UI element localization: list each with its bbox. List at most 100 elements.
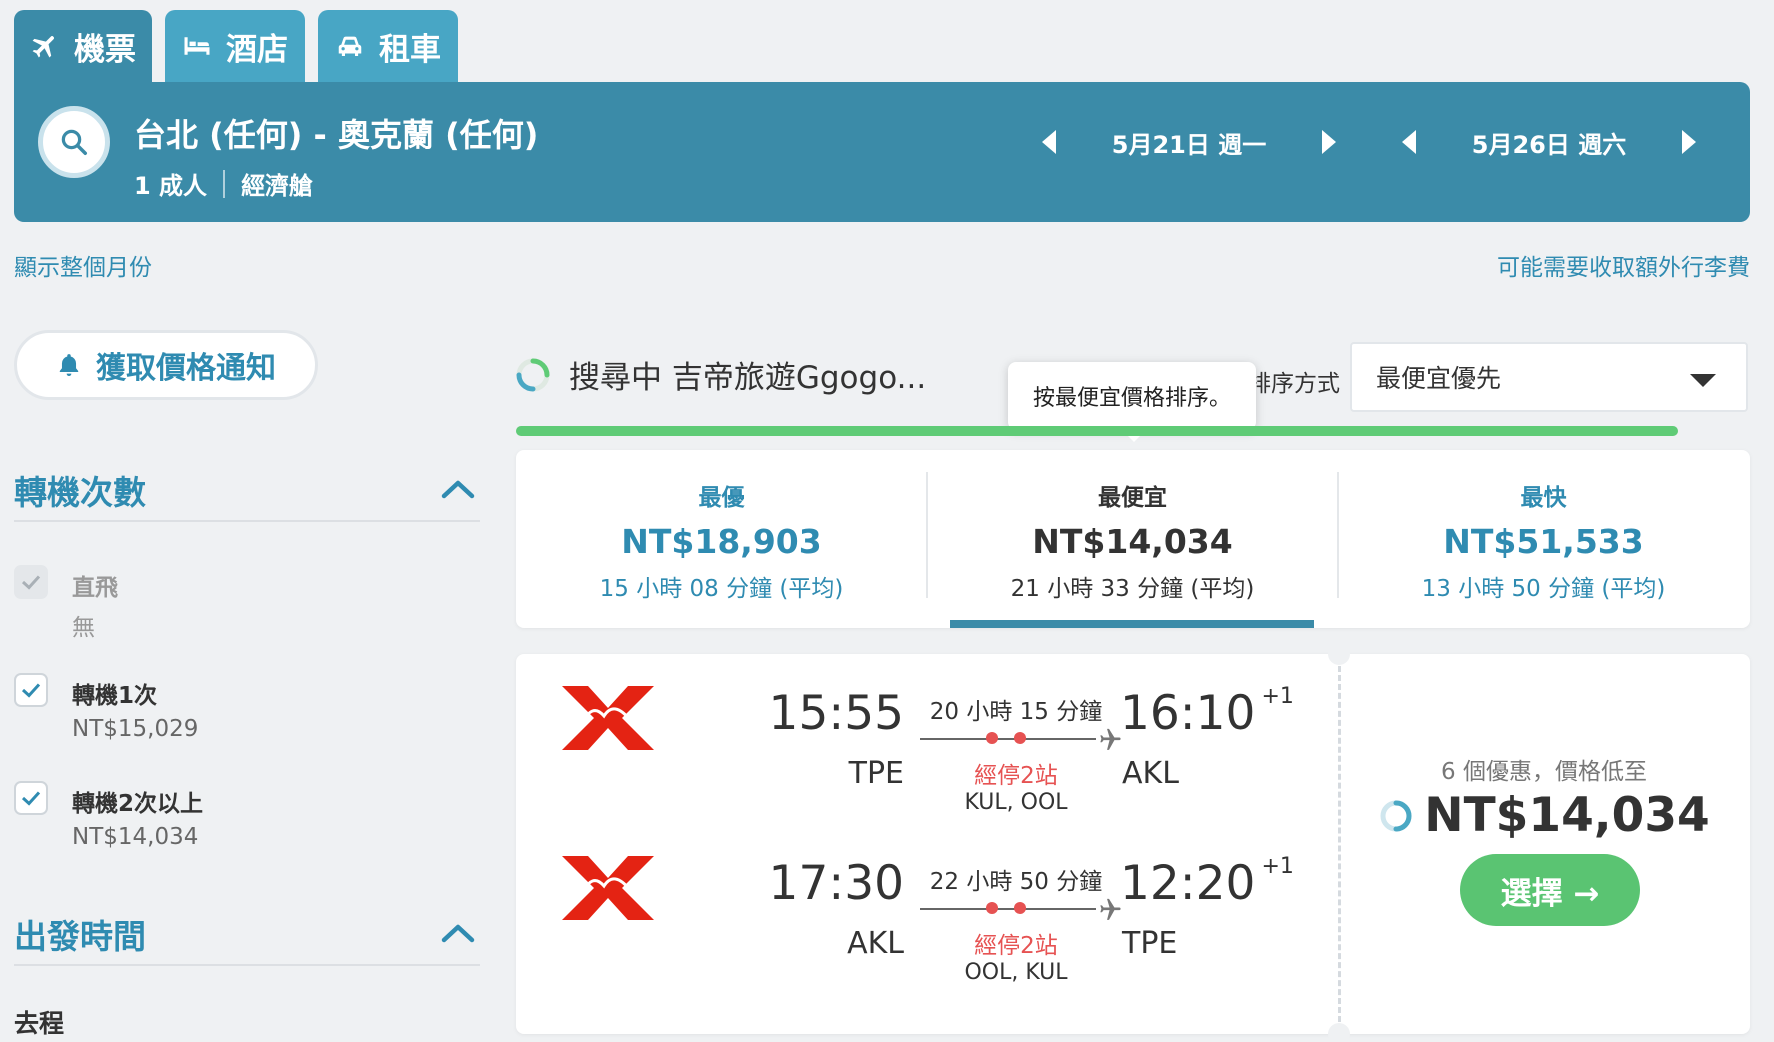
caret-down-icon [1690, 374, 1716, 387]
outbound-leg: 15:55 TPE 20 小時 15 分鐘 經停2站 KUL, OOL 16:1… [516, 654, 1338, 824]
sort-option-duration: 21 小時 33 分鐘 (平均) [1010, 576, 1255, 602]
bell-icon [59, 354, 79, 377]
depart-date-nav: 5月21日 週一 [1034, 118, 1344, 166]
sort-option-duration: 13 小時 50 分鐘 (平均) [1421, 576, 1666, 602]
stops-one-checkbox[interactable] [14, 673, 48, 707]
active-sort-indicator [950, 620, 1314, 628]
search-status: 搜尋中 吉帝旅遊Ggogo... [515, 352, 926, 397]
day-offset: +1 [1261, 684, 1294, 709]
flight-duration: 20 小時 15 分鐘 [929, 699, 1103, 725]
stops-count[interactable]: 經停2站 [916, 926, 1116, 960]
passenger-cabin-summary[interactable]: 1 成人 經濟艙 [134, 166, 313, 201]
flight-duration: 22 小時 50 分鐘 [929, 869, 1103, 895]
stop-dot [1014, 732, 1026, 744]
stops-two-plus-checkbox[interactable] [14, 781, 48, 815]
chevron-right-icon [1322, 130, 1336, 154]
return-date[interactable]: 5月26日 週六 [1424, 125, 1674, 160]
divider [223, 169, 226, 198]
tab-flights-label: 機票 [74, 31, 136, 68]
airasia-logo [562, 686, 654, 750]
departure-time: 17:30 [768, 856, 904, 911]
price-alert-button[interactable]: 獲取價格通知 [14, 330, 318, 400]
tab-cars[interactable]: 租車 [318, 10, 458, 82]
stops-count[interactable]: 經停2站 [916, 756, 1116, 790]
result-price: NT$14,034 [1338, 788, 1750, 843]
sort-option-label: 最優 [698, 485, 745, 511]
result-price-value: NT$14,034 [1424, 788, 1710, 843]
stop-dot [986, 732, 998, 744]
plane-icon [30, 31, 60, 61]
flight-result-card[interactable]: 15:55 TPE 20 小時 15 分鐘 經停2站 KUL, OOL 16:1… [516, 643, 1750, 1042]
sort-option-price: NT$14,034 [1032, 522, 1233, 561]
depart-next-button[interactable] [1314, 122, 1344, 162]
stops-two-plus-price: NT$14,034 [72, 824, 199, 850]
search-button[interactable] [38, 106, 110, 178]
tab-hotels[interactable]: 酒店 [165, 10, 305, 82]
route-title[interactable]: 台北 (任何) - 奧克蘭 (任何) [134, 110, 538, 156]
divider [14, 520, 480, 522]
airasia-logo [562, 856, 654, 920]
stops-one-label: 轉機1次 [72, 683, 158, 709]
stops-filter-title[interactable]: 轉機次數 [14, 466, 146, 514]
chevron-up-icon[interactable] [440, 478, 476, 500]
stop-dot [986, 902, 998, 914]
stops-nonstop-checkbox[interactable] [14, 565, 48, 599]
chevron-up-icon[interactable] [440, 922, 476, 944]
ticket-notch [1328, 1023, 1350, 1042]
show-month-link[interactable]: 顯示整個月份 [14, 248, 152, 282]
sort-dropdown[interactable]: 最便宜優先 [1350, 342, 1748, 412]
car-icon [335, 31, 365, 61]
search-progress-fill [516, 426, 1678, 436]
select-flight-button[interactable]: 選擇 → [1460, 854, 1640, 926]
sort-tooltip: 按最便宜價格排序。 [1008, 362, 1256, 442]
outbound-label: 去程 [14, 1009, 65, 1038]
arrival-time-value: 16:10 [1120, 686, 1256, 741]
sort-selected-value: 最便宜優先 [1376, 364, 1502, 393]
depart-date[interactable]: 5月21日 週一 [1064, 125, 1314, 160]
sort-option-price: NT$51,533 [1443, 522, 1644, 561]
stopover-airports: OOL, KUL [964, 960, 1068, 985]
day-offset: +1 [1261, 854, 1294, 879]
loading-spinner-icon [516, 358, 550, 391]
return-prev-button[interactable] [1394, 122, 1424, 162]
departure-time: 15:55 [768, 686, 904, 741]
search-summary-bar[interactable]: 台北 (任何) - 奧克蘭 (任何) 1 成人 經濟艙 5月21日 週一 5月2… [14, 82, 1750, 222]
departure-time-filter-title[interactable]: 出發時間 [14, 910, 146, 958]
stops-one-price: NT$15,029 [72, 716, 199, 742]
arrival-time: 16:10 +1 [1120, 684, 1294, 741]
chevron-left-icon [1402, 130, 1416, 154]
depart-prev-button[interactable] [1034, 122, 1064, 162]
stop-dot [1014, 902, 1026, 914]
return-next-button[interactable] [1674, 122, 1704, 162]
bed-icon [182, 31, 212, 61]
return-leg: 17:30 AKL 22 小時 50 分鐘 經停2站 OOL, KUL 12:2… [516, 824, 1338, 994]
sort-option-price: NT$18,903 [621, 522, 822, 561]
passenger-count: 1 成人 [134, 172, 208, 200]
plane-icon [1100, 728, 1121, 750]
chevron-right-icon [1682, 130, 1696, 154]
divider [14, 964, 480, 966]
departure-airport: TPE [848, 756, 904, 791]
departure-airport: AKL [847, 926, 904, 961]
stops-two-plus-label: 轉機2次以上 [72, 791, 204, 817]
checkmark-icon [21, 575, 41, 590]
sort-summary-card: 最優 NT$18,903 15 小時 08 分鐘 (平均) 最便宜 NT$14,… [516, 450, 1750, 628]
search-icon [61, 129, 87, 155]
sort-option-cheapest[interactable]: 最便宜 NT$14,034 21 小時 33 分鐘 (平均) [927, 450, 1338, 628]
sort-option-best[interactable]: 最優 NT$18,903 15 小時 08 分鐘 (平均) [516, 450, 927, 628]
search-progress-bar [516, 426, 1678, 436]
tab-flights[interactable]: 機票 [14, 10, 152, 82]
arrival-time: 12:20 +1 [1120, 854, 1294, 911]
chevron-left-icon [1042, 130, 1056, 154]
baggage-fee-link[interactable]: 可能需要收取額外行李費 [1497, 248, 1750, 282]
sort-option-duration: 15 小時 08 分鐘 (平均) [599, 576, 844, 602]
price-alert-label: 獲取價格通知 [96, 351, 276, 386]
divider [1338, 666, 1341, 1022]
sort-option-label: 最快 [1520, 485, 1567, 511]
product-tabs: 機票 酒店 租車 [14, 10, 471, 82]
checkmark-icon [21, 791, 41, 806]
sort-option-label: 最便宜 [1098, 485, 1167, 511]
tab-cars-label: 租車 [379, 31, 441, 68]
sort-option-fastest[interactable]: 最快 NT$51,533 13 小時 50 分鐘 (平均) [1338, 450, 1749, 628]
plane-icon [1100, 898, 1121, 920]
